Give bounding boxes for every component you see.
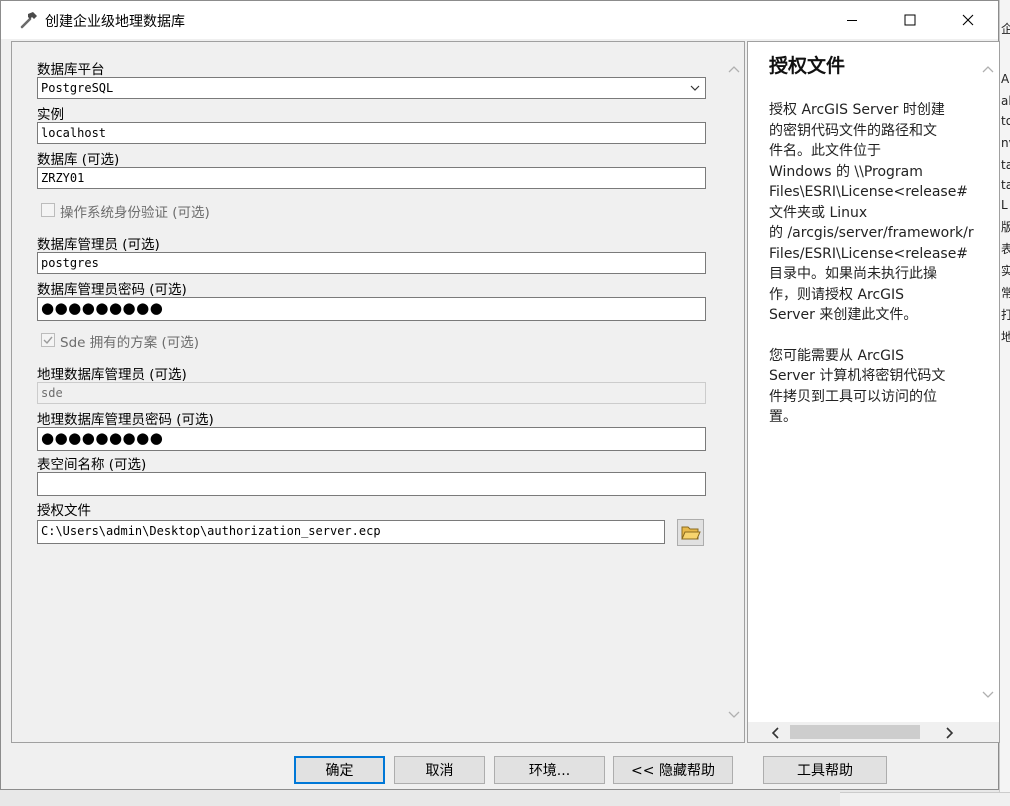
background-text: 表 [1001,240,1010,257]
folder-open-icon [680,526,701,539]
background-text: 打 [1001,306,1010,323]
browse-folder-button[interactable] [677,519,704,546]
help-title: 授权文件 [769,55,846,77]
dba-label: 数据库管理员 (可选) [37,237,160,253]
help-horizontal-scrollbar[interactable] [748,722,980,742]
minimize-icon [847,20,857,21]
background-app-edge: 企 A aly to nv ta ta L 版 表 实 常 打 地 [999,0,1010,805]
background-text: L [1001,198,1008,212]
background-text: 版 [1001,218,1010,235]
background-text: ta [1001,178,1010,192]
close-icon [962,14,974,26]
platform-label: 数据库平台 [37,62,105,78]
create-geodatabase-dialog: 创建企业级地理数据库 数据库平台 PostgreSQL 实例 localhost… [0,0,1000,790]
background-text: A [1001,72,1010,86]
chevron-down-icon [690,85,700,91]
tablespace-input[interactable] [37,472,706,496]
scroll-up-icon[interactable] [728,64,740,74]
checkmark-icon [43,336,53,345]
window-title: 创建企业级地理数据库 [45,14,185,30]
background-text: 常 [1001,284,1010,301]
background-text: nv [1001,136,1010,150]
close-button[interactable] [939,1,997,39]
tablespace-label: 表空间名称 (可选) [37,457,147,473]
maximize-icon [904,14,916,26]
background-text: 实 [1001,262,1010,279]
environments-button[interactable]: 环境... [494,756,605,784]
scroll-corner [980,722,999,742]
help-paragraph: 您可能需要从 ArcGIS Server 计算机将密钥代码文 件拷贝到工具可以访… [769,347,946,426]
help-scroll-thumb[interactable] [790,725,920,739]
background-text: aly [1001,94,1010,108]
dba-password-input[interactable]: ●●●●●●●●● [37,297,706,321]
database-input[interactable]: ZRZY01 [37,167,706,189]
parameters-scrollbar[interactable] [724,42,744,742]
gdb-admin-password-label: 地理数据库管理员密码 (可选) [37,412,214,428]
platform-select[interactable]: PostgreSQL [37,77,706,99]
help-body: 授权 ArcGIS Server 时创建 的密钥代码文件的路径和文 件名。此文件… [769,100,985,448]
help-paragraph: 授权 ArcGIS Server 时创建 的密钥代码文件的路径和文 件名。此文件… [769,102,974,323]
scroll-down-icon[interactable] [728,710,740,720]
background-text: 企 [1001,20,1010,37]
os-auth-label: 操作系统身份验证 (可选) [60,205,210,221]
auth-file-label: 授权文件 [37,503,91,519]
os-auth-checkbox[interactable] [41,203,55,217]
help-vertical-scrollbar[interactable] [978,42,998,722]
background-text: 地 [1001,328,1010,345]
minimize-button[interactable] [823,1,881,39]
maximize-button[interactable] [881,1,939,39]
scroll-down-icon[interactable] [982,690,994,700]
instance-input[interactable]: localhost [37,122,706,144]
scroll-left-icon[interactable] [770,727,780,739]
background-text: to [1001,114,1010,128]
gdb-admin-password-input[interactable]: ●●●●●●●●● [37,427,706,451]
parameters-panel: 数据库平台 PostgreSQL 实例 localhost 数据库 (可选) Z… [11,41,745,743]
hammer-icon [20,12,37,29]
cancel-button[interactable]: 取消 [394,756,485,784]
hide-help-button[interactable]: << 隐藏帮助 [613,756,733,784]
scroll-right-icon[interactable] [945,727,955,739]
background-app-strip [840,792,1010,806]
database-label: 数据库 (可选) [37,152,120,168]
gdb-admin-label: 地理数据库管理员 (可选) [37,367,187,383]
instance-label: 实例 [37,107,64,123]
auth-file-input[interactable]: C:\Users\admin\Desktop\authorization_ser… [37,520,665,544]
tool-help-button[interactable]: 工具帮助 [763,756,887,784]
scroll-up-icon[interactable] [982,64,994,74]
sde-schema-label: Sde 拥有的方案 (可选) [60,335,200,351]
gdb-admin-input[interactable]: sde [37,382,706,404]
help-panel: 授权文件 授权 ArcGIS Server 时创建 的密钥代码文件的路径和文 件… [747,41,1000,743]
dba-input[interactable]: postgres [37,252,706,274]
background-text: ta [1001,158,1010,172]
platform-value: PostgreSQL [41,81,114,95]
dba-password-label: 数据库管理员密码 (可选) [37,282,187,298]
sde-schema-checkbox[interactable] [41,333,55,347]
title-bar: 创建企业级地理数据库 [1,1,998,39]
ok-button[interactable]: 确定 [294,756,385,784]
